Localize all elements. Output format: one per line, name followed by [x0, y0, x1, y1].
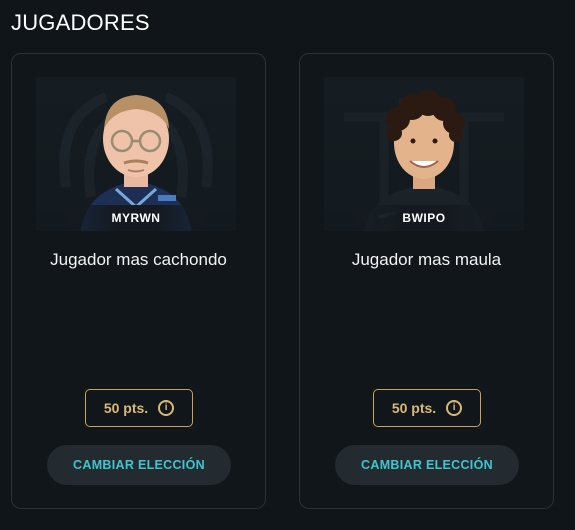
info-icon[interactable]: i — [158, 400, 175, 416]
change-choice-button[interactable]: CAMBIAR ELECCIÓN — [335, 445, 519, 485]
award-category: Jugador mas cachondo — [50, 250, 227, 269]
player-card-myrwn: MYRWN Jugador mas cachondo 50 pts. i CAM… — [11, 53, 266, 509]
player-name-bar: BWIPO — [324, 205, 524, 231]
player-name-bar: MYRWN — [36, 205, 236, 231]
points-value: 50 pts. — [103, 400, 149, 416]
player-photo: BWIPO — [324, 77, 524, 231]
points-badge[interactable]: 50 pts. i — [85, 389, 193, 427]
section-title: JUGADORES — [11, 10, 150, 35]
change-choice-button[interactable]: CAMBIAR ELECCIÓN — [47, 445, 231, 485]
player-name: MYRWN — [111, 211, 161, 225]
player-photo: MYRWN — [36, 77, 236, 231]
player-name: BWIPO — [402, 211, 446, 225]
player-card-bwipo: BWIPO Jugador mas maula 50 pts. i CAMBIA… — [299, 53, 554, 509]
points-value: 50 pts. — [391, 400, 437, 416]
info-icon[interactable]: i — [446, 400, 463, 416]
points-badge[interactable]: 50 pts. i — [373, 389, 481, 427]
award-category: Jugador mas maula — [351, 250, 502, 269]
